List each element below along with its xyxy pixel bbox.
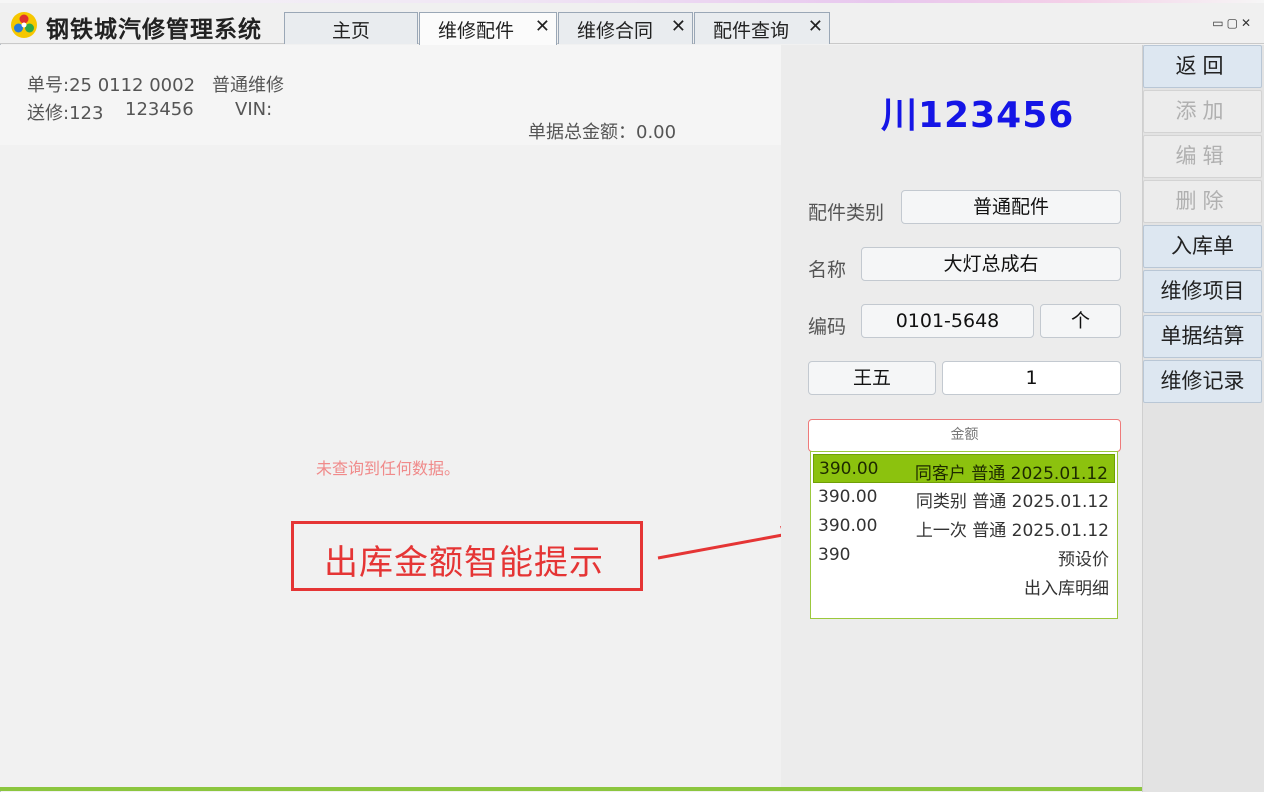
app-title: 钢铁城汽修管理系统 <box>46 17 262 43</box>
close-icon[interactable]: ✕ <box>808 16 823 37</box>
person-field[interactable]: 王五 <box>808 361 936 395</box>
window-controls[interactable]: ▭▢✕ <box>1212 16 1254 30</box>
order-vin: VIN: <box>235 99 273 120</box>
unit-field[interactable]: 个 <box>1040 304 1121 338</box>
suggestion-item[interactable]: 390.00 同客户 普通 2025.01.12 <box>813 454 1115 484</box>
suggestion-item[interactable]: 出入库明细 <box>813 570 1115 599</box>
name-field[interactable]: 大灯总成右 <box>861 247 1121 281</box>
suggestion-desc: 出入库明细 <box>1024 579 1109 599</box>
code-field[interactable]: 0101-5648 <box>861 304 1034 338</box>
category-field[interactable]: 普通配件 <box>901 190 1121 224</box>
repair-history-button[interactable]: 维修记录 <box>1143 360 1262 403</box>
back-button[interactable]: 返回 <box>1143 45 1262 88</box>
status-line <box>0 787 1142 791</box>
order-number: 单号:25 0112 0002 <box>27 75 196 96</box>
suggestion-item[interactable]: 390.00 同类别 普通 2025.01.12 <box>813 483 1115 512</box>
amount-input[interactable]: 金额 <box>808 419 1121 452</box>
edit-button[interactable]: 编辑 <box>1143 135 1262 178</box>
tab-label: 维修合同 <box>576 20 653 42</box>
suggestion-amount: 390.00 <box>819 459 879 479</box>
quantity-field[interactable]: 1 <box>942 361 1121 395</box>
add-button[interactable]: 添加 <box>1143 90 1262 133</box>
order-phone: 123456 <box>125 99 194 120</box>
suggestion-amount: 390.00 <box>818 516 878 536</box>
category-label: 配件类别 <box>808 202 885 224</box>
tab-label: 配件查询 <box>712 20 789 42</box>
part-detail-panel <box>781 45 1142 788</box>
suggestion-item[interactable]: 390.00 上一次 普通 2025.01.12 <box>813 512 1115 541</box>
tab-repair-contract[interactable]: 维修合同 ✕ <box>558 12 693 44</box>
tab-home[interactable]: 主页 <box>284 12 418 44</box>
delete-button[interactable]: 删除 <box>1143 180 1262 223</box>
order-total: 单据总金额：0.00 <box>528 122 677 143</box>
callout-text: 出库金额智能提示 <box>324 543 604 583</box>
callout-box: 出库金额智能提示 <box>291 521 643 591</box>
settlement-button[interactable]: 单据结算 <box>1143 315 1262 358</box>
suggestion-desc: 上一次 普通 2025.01.12 <box>915 521 1109 541</box>
tab-parts-query[interactable]: 配件查询 ✕ <box>694 12 830 44</box>
name-label: 名称 <box>808 259 847 281</box>
empty-message: 未查询到任何数据。 <box>316 459 461 478</box>
stock-in-button[interactable]: 入库单 <box>1143 225 1262 268</box>
amount-suggestion-list: 390.00 同客户 普通 2025.01.12 390.00 同类别 普通 2… <box>810 451 1118 619</box>
suggestion-desc: 同类别 普通 2025.01.12 <box>915 492 1109 512</box>
suggestion-desc: 同客户 普通 2025.01.12 <box>914 464 1108 484</box>
order-type: 普通维修 <box>212 75 284 96</box>
tab-label: 主页 <box>331 20 370 42</box>
suggestion-desc: 预设价 <box>1058 550 1109 570</box>
order-sender: 送修:123 <box>27 103 104 124</box>
code-label: 编码 <box>808 316 847 338</box>
app-logo-icon <box>11 12 37 38</box>
tab-repair-parts[interactable]: 维修配件 ✕ <box>419 12 557 45</box>
suggestion-amount: 390 <box>818 545 851 565</box>
title-bar-accent <box>0 0 1264 3</box>
repair-items-button[interactable]: 维修项目 <box>1143 270 1262 313</box>
suggestion-amount: 390.00 <box>818 487 878 507</box>
suggestion-item[interactable]: 390 预设价 <box>813 541 1115 570</box>
close-icon[interactable]: ✕ <box>671 16 686 37</box>
license-plate: 川123456 <box>881 95 1075 136</box>
tab-label: 维修配件 <box>437 20 514 42</box>
close-icon[interactable]: ✕ <box>535 16 550 37</box>
